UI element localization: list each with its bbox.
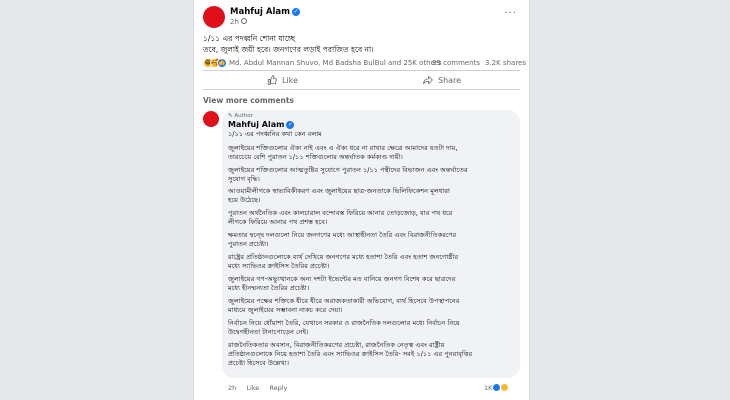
share-arrow-icon	[423, 75, 433, 85]
globe-icon	[240, 18, 247, 24]
verified-badge-icon: ✓	[291, 8, 300, 16]
more-options-button[interactable]: ···	[504, 8, 517, 19]
comment-line: পুরাতন অর্থনৈতিক এবং কালচারাল বন্দোবস্ত …	[228, 209, 453, 217]
share-count[interactable]: 3.2K shares	[485, 59, 526, 67]
author-avatar[interactable]	[203, 6, 225, 28]
comment-line: জুলাইয়ের শক্তিগুলোর আত্মতুষ্টির সুযোগে …	[228, 166, 468, 174]
comment-line: সুযোগ বৃদ্ধি।	[228, 175, 260, 183]
care-icon	[501, 384, 509, 391]
comment-line: রাজনৈতিকতার অবসান, বিরাজনীতিকরণের প্রচেষ…	[228, 341, 445, 349]
comment-line: প্রচেষ্টা হিসেবে উল্লেখ্য।	[228, 359, 289, 367]
share-button[interactable]: Share	[423, 72, 461, 88]
comment-reply-button[interactable]: Reply	[269, 384, 287, 392]
comment-author-name[interactable]: Mahfuj Alam	[228, 120, 284, 129]
comment-line: তারচেয়ে বেশি পুরাতন ১/১১ শক্তিগুলোর অন্…	[228, 153, 403, 161]
comment-reaction-count: 1K	[484, 384, 493, 392]
comment-line: রাষ্ট্রের প্রতিষ্ঠানগুলোকে ব্যর্থ দেখিয়…	[228, 253, 459, 261]
comment-line: উদ্বেগহীনতা টানাপোড়েন নেই।	[228, 328, 309, 336]
comment-line: জুলাইয়ের গণ-অভ্যুত্থানকে অন্য দশটা ইভেন…	[228, 275, 456, 283]
comment-reactions[interactable]: 1K	[484, 384, 509, 392]
comment-author[interactable]: Mahfuj Alam ✓	[228, 120, 295, 129]
comment-line: প্রতিষ্ঠানগুলোকে নিয়ে হতাশা তৈরি এবং স্…	[228, 350, 473, 358]
comment-like-button[interactable]: Like	[246, 384, 259, 392]
author-badge: ✎ Author	[228, 113, 253, 119]
reactors-summary[interactable]: Md. Abdul Mannan Shuvo, Md Badsha BulBul…	[229, 59, 441, 67]
comment-line: জুলাইয়ের শক্তিগুলোর ঐক্য নাই এবং এ ঐক্য…	[228, 144, 458, 152]
comment-line: ক্ষমতার দ্বন্দ্বে দলগুলো নিয়ে জনগণের মধ…	[228, 231, 457, 239]
comment-line: নির্বাচন নিয়ে ধোঁয়াশা তৈরি, যেখানে সরক…	[228, 319, 460, 327]
post-timestamp[interactable]: 2h	[230, 18, 247, 26]
post-author-name[interactable]: Mahfuj Alam	[230, 7, 290, 17]
thumb-up-icon	[267, 75, 277, 85]
comment-line: হয়ে উঠেছে।	[228, 196, 261, 204]
post-card: Mahfuj Alam ✓ 2h ··· ১/১১ এর পদধ্বনি শোনা…	[193, 0, 530, 400]
commenter-avatar[interactable]	[203, 111, 219, 127]
comment-count[interactable]: 29 comments	[432, 59, 480, 67]
comment-line: ১/১১ এর পদধ্বনির কথা কেন বলাম	[228, 130, 322, 138]
comment-line: জুলাইয়ের পক্ষের শক্তিকে ধীরে ধীরে অরাজক…	[228, 297, 460, 305]
comment-line: মধ্যে হীনম্মন্যতা তৈরির প্রচেষ্টা।	[228, 284, 310, 292]
verified-badge-icon: ✓	[286, 121, 295, 129]
comment-time[interactable]: 2h	[228, 384, 236, 392]
post-text-line-2: তবে, জুলাই জয়ী হবে। জনগণের লড়াই পরাজিত…	[203, 45, 374, 54]
post-time-text[interactable]: 2h	[230, 18, 239, 26]
divider	[203, 89, 520, 90]
comment-line: আওয়ামীলীগকে স্বাভাবিকীকরণ এবং জুলাইয়ের…	[228, 187, 450, 195]
divider	[203, 70, 520, 71]
like-button[interactable]: Like	[267, 72, 298, 88]
page-background: Mahfuj Alam ✓ 2h ··· ১/১১ এর পদধ্বনি শোনা…	[0, 0, 730, 400]
view-more-comments-link[interactable]: View more comments	[203, 96, 294, 105]
like-icon: 👍	[217, 58, 227, 68]
share-label: Share	[438, 75, 462, 85]
author-badge-label: Author	[234, 113, 253, 119]
comment-line: লীগকে ফিরিয়ে আনার পথ প্রশস্ত হবে।	[228, 218, 328, 226]
comment-line: মধ্যে স্যাভিওর ক্রাইসিস তৈরির প্রচেষ্টা।	[228, 262, 330, 270]
comment-meta: 2h Like Reply	[228, 384, 295, 392]
comment-line: পুরাতন প্রচেষ্টা।	[228, 240, 269, 248]
post-author[interactable]: Mahfuj Alam ✓	[230, 7, 300, 17]
comment-line: মাধ্যমে জুলাইয়ের সম্ভাবনা নাকচ করে দেয়…	[228, 306, 343, 314]
like-label: Like	[282, 75, 298, 85]
like-icon	[493, 384, 501, 391]
